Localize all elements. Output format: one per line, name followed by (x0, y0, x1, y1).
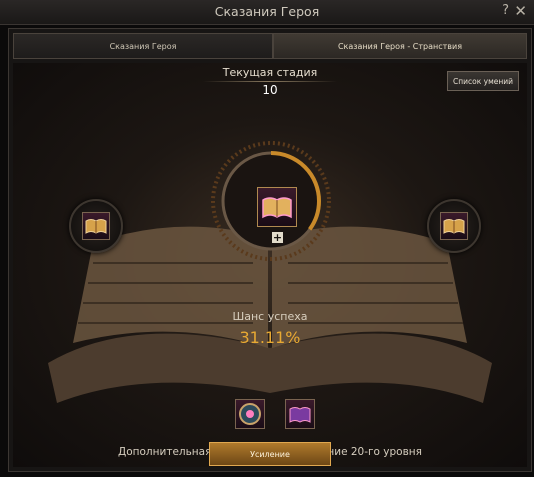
stage-divider (203, 81, 337, 82)
reward-book-icon (289, 407, 311, 423)
skills-list-button[interactable]: Список умений (447, 71, 519, 91)
close-button[interactable]: ✕ (514, 2, 527, 20)
upgrade-button[interactable]: Усиление (209, 442, 331, 466)
success-chance-label: Шанс успеха (232, 310, 308, 323)
tab-hero-tales[interactable]: Сказания Героя (13, 33, 273, 59)
book-icon (82, 212, 110, 240)
window-title: Сказания Героя (214, 4, 320, 19)
tab-hero-tales-wanderings[interactable]: Сказания Героя - Странствия (273, 33, 527, 59)
add-material-button[interactable]: + (272, 232, 283, 243)
book-icon (257, 187, 297, 227)
help-button[interactable]: ? (502, 3, 509, 18)
main-panel: Сказания Героя Сказания Героя - Странств… (8, 28, 532, 472)
previous-stage-slot[interactable] (69, 199, 123, 253)
title-bar: Сказания Героя ? ✕ (0, 0, 534, 25)
next-stage-slot[interactable] (427, 199, 481, 253)
reward-slot-1[interactable] (235, 399, 265, 429)
success-chance-value: 31.11% (239, 328, 301, 347)
reward-orb-icon (239, 403, 261, 425)
book-icon (440, 212, 468, 240)
reward-slot-2[interactable] (285, 399, 315, 429)
book-scene: Текущая стадия 10 Список умений + Шанс у… (13, 63, 527, 467)
